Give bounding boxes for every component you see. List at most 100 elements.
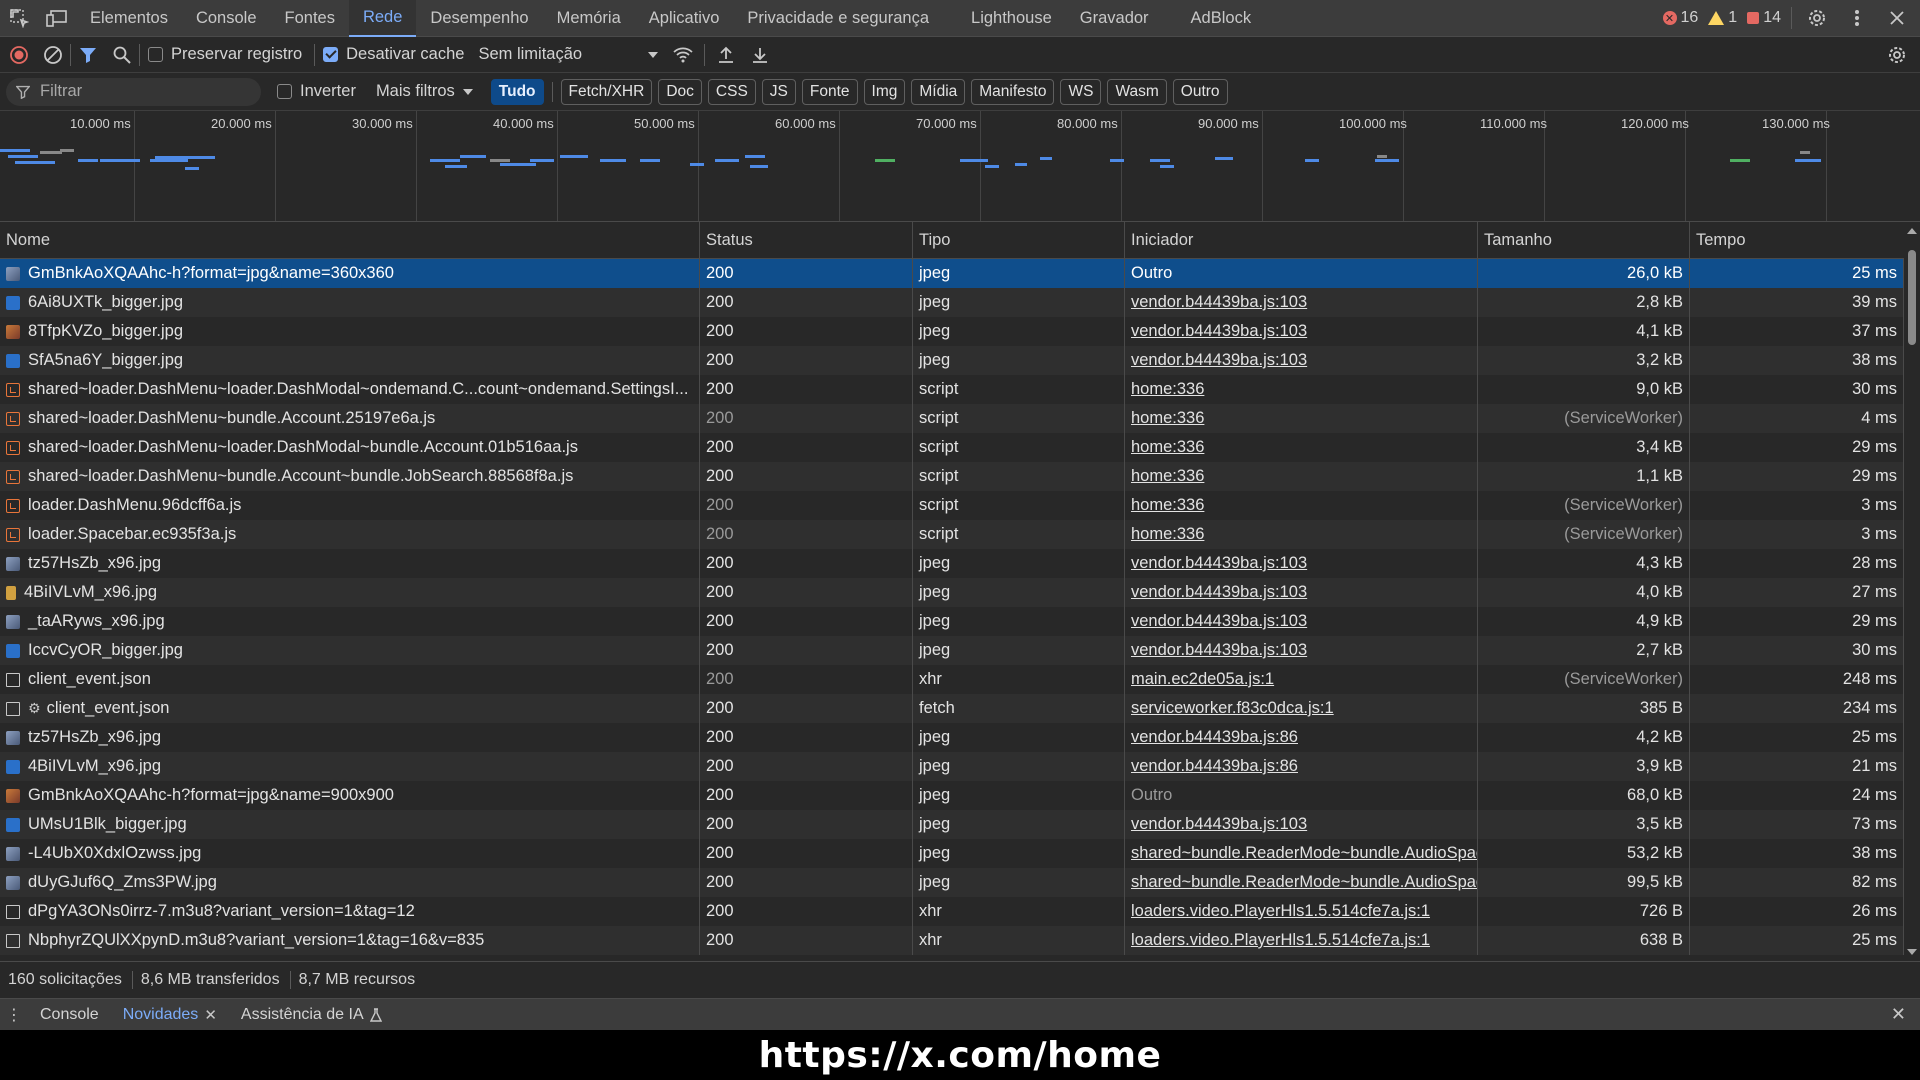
clear-log-button[interactable] xyxy=(36,38,70,72)
cell-initiator[interactable]: home:336 xyxy=(1125,375,1478,404)
cell-initiator[interactable]: shared~bundle.ReaderMode~bundle.AudioSpa… xyxy=(1125,839,1478,868)
table-row[interactable]: tz57HsZb_x96.jpg 200 jpeg vendor.b44439ba.j… xyxy=(0,723,1904,752)
cell-name[interactable]: 4BiIVLvM_x96.jpg xyxy=(0,752,700,781)
cell-initiator[interactable]: home:336 xyxy=(1125,462,1478,491)
col-header-type[interactable]: Tipo xyxy=(913,222,1125,259)
initiator-link[interactable]: home:336 xyxy=(1131,496,1204,515)
table-row[interactable]: dUyGJuf6Q_Zms3PW.jpg 200 jpeg shared~bundle… xyxy=(0,868,1904,897)
chip-midia[interactable]: Mídia xyxy=(911,78,966,105)
cell-name[interactable]: shared~loader.DashMenu~bundle.Account~bu… xyxy=(0,462,700,491)
initiator-link[interactable]: loaders.video.PlayerHls1.5.514cfe7a.js:1 xyxy=(1131,931,1430,950)
table-row[interactable]: GmBnkAoXQAAhc-h?format=jpg&name=360x360 2… xyxy=(0,259,1904,288)
table-row[interactable]: client_event.json 200 xhr main.ec2de05a.js:… xyxy=(0,665,1904,694)
more-options-icon[interactable] xyxy=(1842,3,1872,33)
device-toolbar-icon[interactable] xyxy=(38,0,76,37)
initiator-link[interactable]: vendor.b44439ba.js:103 xyxy=(1131,322,1307,341)
chip-wasm[interactable]: Wasm xyxy=(1107,78,1167,105)
initiator-link[interactable]: home:336 xyxy=(1131,409,1204,428)
table-row[interactable]: NbphyrZQUlXXpynD.m3u8?variant_version=1&… xyxy=(0,926,1904,955)
tab-elementos[interactable]: Elementos xyxy=(76,0,182,37)
tab-memoria[interactable]: Memória xyxy=(543,0,635,37)
initiator-link[interactable]: vendor.b44439ba.js:103 xyxy=(1131,351,1307,370)
drawer-tab-console[interactable]: Console xyxy=(28,999,111,1031)
table-row[interactable]: shared~loader.DashMenu~loader.DashModal~… xyxy=(0,433,1904,462)
table-row[interactable]: ⚙ client_event.json 200 fetch serviceworker.… xyxy=(0,694,1904,723)
throttling-select[interactable]: Sem limitação xyxy=(478,45,659,64)
network-conditions-button[interactable] xyxy=(666,38,700,72)
disable-cache-box[interactable] xyxy=(323,47,339,62)
col-header-time[interactable]: Tempo xyxy=(1690,222,1904,259)
error-counter[interactable]: ✕ 16 xyxy=(1662,9,1698,27)
cell-name[interactable]: 6Ai8UXTk_bigger.jpg xyxy=(0,288,700,317)
preserve-log-box[interactable] xyxy=(148,47,163,62)
drawer-menu-icon[interactable]: ⋮ xyxy=(0,1005,28,1025)
cell-initiator[interactable]: vendor.b44439ba.js:103 xyxy=(1125,578,1478,607)
col-header-name[interactable]: Nome xyxy=(0,222,700,259)
cell-initiator[interactable]: shared~bundle.ReaderMode~bundle.AudioSpa… xyxy=(1125,868,1478,897)
drawer-tab-ia[interactable]: Assistência de IA xyxy=(229,999,394,1031)
chip-fetch-xhr[interactable]: Fetch/XHR xyxy=(560,78,653,105)
chip-ws[interactable]: WS xyxy=(1060,78,1102,105)
cell-name[interactable]: GmBnkAoXQAAhc-h?format=jpg&name=360x360 xyxy=(0,259,700,288)
chip-manifesto[interactable]: Manifesto xyxy=(971,78,1055,105)
table-row[interactable]: shared~loader.DashMenu~bundle.Account~bu… xyxy=(0,462,1904,491)
filter-input[interactable] xyxy=(40,82,240,101)
issues-counter[interactable]: 14 xyxy=(1747,9,1781,27)
inspect-element-icon[interactable] xyxy=(0,0,38,37)
tab-console[interactable]: Console xyxy=(182,0,271,37)
scroll-down-arrow-icon[interactable] xyxy=(1907,949,1917,955)
table-row[interactable]: 4BiIVLvM_x96.jpg 200 jpeg vendor.b44439ba.j… xyxy=(0,578,1904,607)
table-row[interactable]: _taARyws_x96.jpg 200 jpeg vendor.b44439ba.j… xyxy=(0,607,1904,636)
table-row[interactable]: GmBnkAoXQAAhc-h?format=jpg&name=900x900 2… xyxy=(0,781,1904,810)
disable-cache-checkbox[interactable]: Desativar cache xyxy=(323,45,464,64)
cell-name[interactable]: loader.Spacebar.ec935f3a.js xyxy=(0,520,700,549)
initiator-link[interactable]: loaders.video.PlayerHls1.5.514cfe7a.js:1 xyxy=(1131,902,1430,921)
initiator-link[interactable]: vendor.b44439ba.js:86 xyxy=(1131,728,1298,747)
table-row[interactable]: UMsU1Blk_bigger.jpg 200 jpeg vendor.b44439b… xyxy=(0,810,1904,839)
initiator-link[interactable]: vendor.b44439ba.js:103 xyxy=(1131,293,1307,312)
cell-initiator[interactable]: vendor.b44439ba.js:103 xyxy=(1125,636,1478,665)
cell-name[interactable]: shared~loader.DashMenu~loader.DashModal~… xyxy=(0,433,700,462)
tab-desempenho[interactable]: Desempenho xyxy=(416,0,542,37)
import-har-button[interactable] xyxy=(709,38,743,72)
cell-initiator[interactable]: vendor.b44439ba.js:103 xyxy=(1125,288,1478,317)
export-har-button[interactable] xyxy=(743,38,777,72)
table-row[interactable]: SfA5na6Y_bigger.jpg 200 jpeg vendor.b44439b… xyxy=(0,346,1904,375)
table-row[interactable]: shared~loader.DashMenu~loader.DashModal~… xyxy=(0,375,1904,404)
network-overview-timeline[interactable]: 10.000 ms 20.000 ms 30.000 ms 40.000 ms 50.0… xyxy=(0,111,1920,222)
more-filters-dropdown[interactable]: Mais filtros xyxy=(376,82,473,101)
drawer-tab-novidades[interactable]: Novidades ✕ xyxy=(111,999,229,1031)
col-header-initiator[interactable]: Iniciador xyxy=(1125,222,1478,259)
cell-initiator[interactable]: vendor.b44439ba.js:86 xyxy=(1125,723,1478,752)
initiator-link[interactable]: vendor.b44439ba.js:86 xyxy=(1131,757,1298,776)
cell-initiator[interactable]: loaders.video.PlayerHls1.5.514cfe7a.js:1 xyxy=(1125,897,1478,926)
col-header-status[interactable]: Status xyxy=(700,222,913,259)
cell-initiator[interactable]: vendor.b44439ba.js:103 xyxy=(1125,607,1478,636)
table-row[interactable]: 8TfpKVZo_bigger.jpg 200 jpeg vendor.b44439b… xyxy=(0,317,1904,346)
cell-name[interactable]: NbphyrZQUlXXpynD.m3u8?variant_version=1&… xyxy=(0,926,700,955)
cell-initiator[interactable]: vendor.b44439ba.js:103 xyxy=(1125,810,1478,839)
tab-fontes[interactable]: Fontes xyxy=(271,0,349,37)
tab-rede[interactable]: Rede xyxy=(348,0,417,37)
initiator-link[interactable]: vendor.b44439ba.js:103 xyxy=(1131,554,1307,573)
chip-js[interactable]: JS xyxy=(761,78,796,105)
table-row[interactable]: 4BiIVLvM_x96.jpg 200 jpeg vendor.b44439ba.j… xyxy=(0,752,1904,781)
initiator-link[interactable]: vendor.b44439ba.js:103 xyxy=(1131,612,1307,631)
close-tab-icon[interactable]: ✕ xyxy=(204,1006,217,1024)
table-row[interactable]: -L4UbX0XdxlOzwss.jpg 200 jpeg shared~bundle… xyxy=(0,839,1904,868)
close-drawer-icon[interactable]: ✕ xyxy=(1891,1004,1906,1025)
close-devtools-icon[interactable] xyxy=(1882,3,1912,33)
cell-initiator[interactable]: home:336 xyxy=(1125,491,1478,520)
tab-gravador[interactable]: Gravador xyxy=(1066,0,1163,37)
initiator-link[interactable]: vendor.b44439ba.js:103 xyxy=(1131,815,1307,834)
cell-initiator[interactable]: vendor.b44439ba.js:86 xyxy=(1125,752,1478,781)
chip-outro[interactable]: Outro xyxy=(1172,78,1228,105)
table-row[interactable]: IccvCyOR_bigger.jpg 200 jpeg vendor.b44439b… xyxy=(0,636,1904,665)
cell-name[interactable]: GmBnkAoXQAAhc-h?format=jpg&name=900x900 xyxy=(0,781,700,810)
warning-counter[interactable]: 1 xyxy=(1708,9,1737,27)
table-row[interactable]: loader.DashMenu.96dcff6a.js 200 script home… xyxy=(0,491,1904,520)
cell-initiator[interactable]: vendor.b44439ba.js:103 xyxy=(1125,317,1478,346)
initiator-link[interactable]: vendor.b44439ba.js:103 xyxy=(1131,641,1307,660)
initiator-link[interactable]: home:336 xyxy=(1131,438,1204,457)
initiator-link[interactable]: shared~bundle.ReaderMode~bundle.AudioSpa… xyxy=(1131,844,1477,863)
